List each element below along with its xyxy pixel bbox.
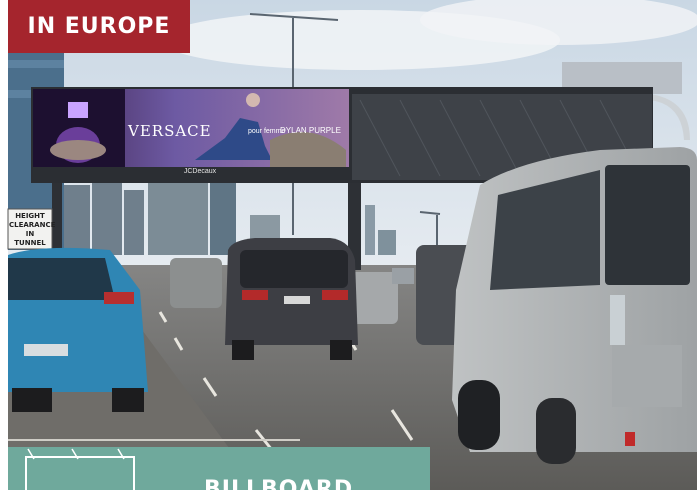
road-sign-text: HEIGHT CLEARANCE IN TUNNEL xyxy=(9,212,56,247)
region-tag: IN EUROPE xyxy=(8,0,190,53)
highway-billboard-photo: VERSACE pour femme DYLAN PURPLE xyxy=(7,0,697,490)
billboard-operator-label: JCDecaux xyxy=(183,168,217,175)
dark-minivan xyxy=(225,238,358,360)
caption-panel: BILLBOARD xyxy=(8,447,430,490)
billboard-product: DYLAN PURPLE xyxy=(280,126,341,135)
billboard-brand: VERSACE xyxy=(127,122,212,140)
panel-title: BILLBOARD xyxy=(204,477,354,490)
silver-suv xyxy=(452,147,697,464)
